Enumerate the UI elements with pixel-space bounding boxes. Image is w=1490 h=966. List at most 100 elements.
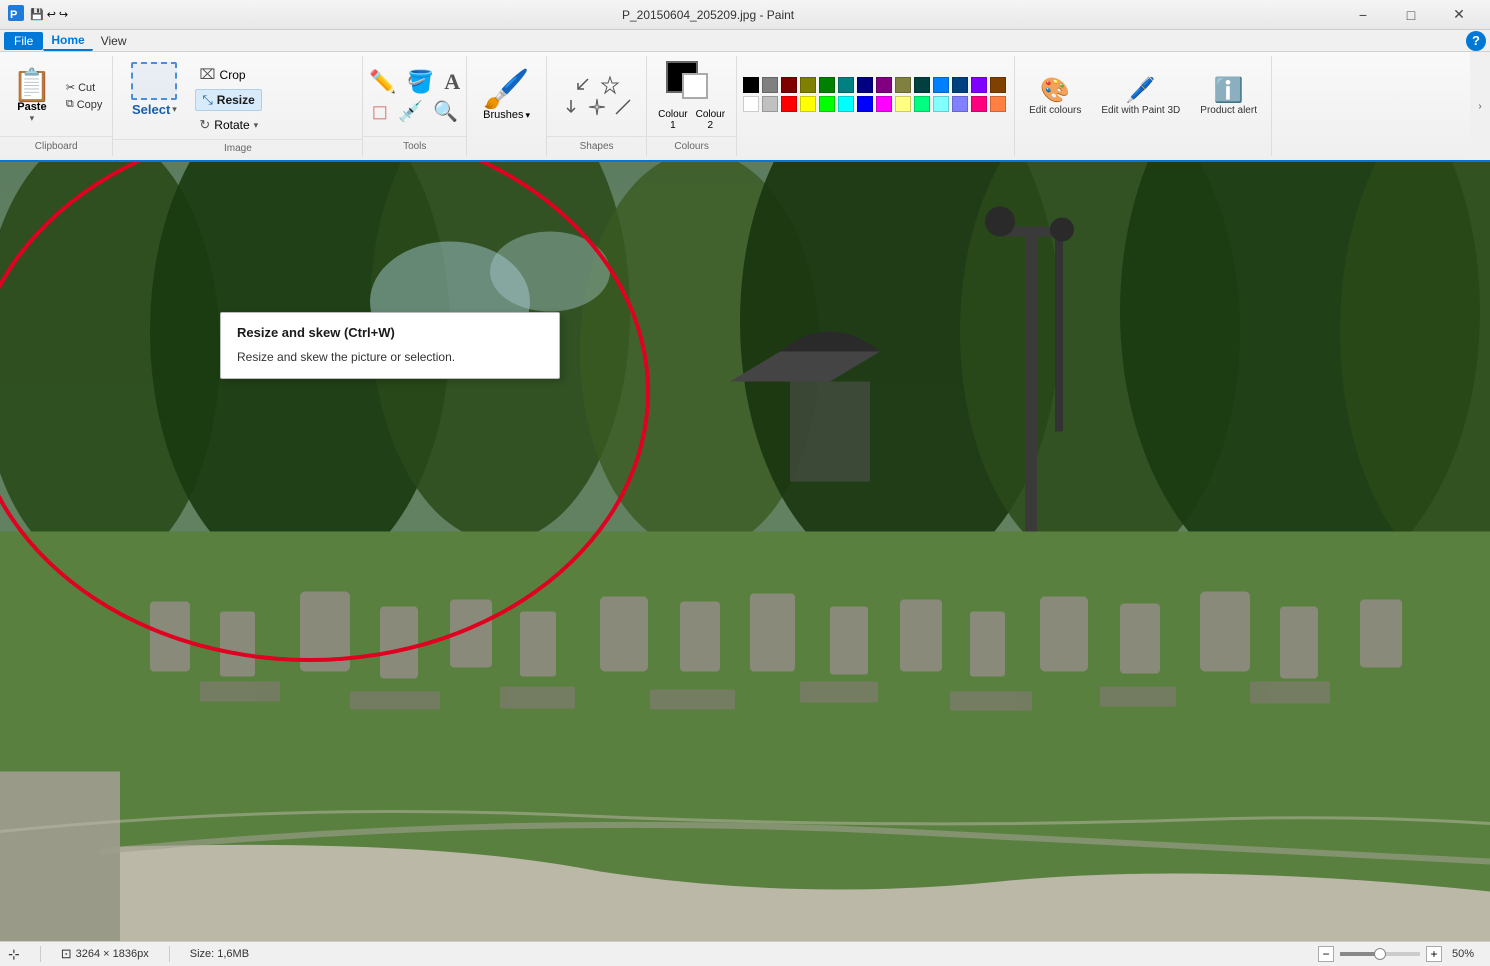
palette-swatch-25[interactable] bbox=[952, 96, 968, 112]
cursor-icon: ⊹ bbox=[8, 946, 20, 963]
zoom-slider[interactable] bbox=[1340, 952, 1420, 956]
help-button[interactable]: ? bbox=[1466, 31, 1486, 51]
zoom-level-label: 50% bbox=[1452, 948, 1482, 960]
tooltip-description: Resize and skew the picture or selection… bbox=[237, 348, 543, 366]
palette-swatch-27[interactable] bbox=[990, 96, 1006, 112]
palette-swatch-18[interactable] bbox=[819, 96, 835, 112]
minimize-button[interactable]: − bbox=[1340, 0, 1386, 30]
close-button[interactable]: ✕ bbox=[1436, 0, 1482, 30]
ribbon-scroll-right[interactable]: › bbox=[1470, 52, 1490, 160]
callout-shape[interactable] bbox=[613, 97, 633, 117]
arrow-down-left-shape[interactable] bbox=[574, 75, 594, 95]
quick-access-save[interactable]: 💾 bbox=[30, 8, 44, 21]
menu-bar: File Home View ? bbox=[0, 30, 1490, 52]
rotate-dropdown: ▾ bbox=[254, 120, 259, 131]
file-size-indicator: Size: 1,6MB bbox=[190, 948, 249, 960]
paste-dropdown-arrow: ▾ bbox=[30, 113, 35, 124]
magnifier-icon[interactable]: 🔍 bbox=[433, 99, 458, 124]
image-label: Image bbox=[113, 139, 362, 156]
status-separator-1 bbox=[40, 946, 41, 962]
quick-access-redo[interactable]: ↪ bbox=[59, 8, 68, 21]
palette-swatch-15[interactable] bbox=[762, 96, 778, 112]
resize-button[interactable]: ⤡ Resize bbox=[195, 89, 262, 111]
palette-swatch-22[interactable] bbox=[895, 96, 911, 112]
quick-access-undo[interactable]: ↩ bbox=[47, 8, 56, 21]
paste-button[interactable]: 📋 Paste ▾ bbox=[6, 65, 58, 128]
palette-swatch-11[interactable] bbox=[952, 77, 968, 93]
title-bar-title: P_20150604_205209.jpg - Paint bbox=[76, 8, 1340, 22]
palette-swatch-8[interactable] bbox=[895, 77, 911, 93]
zoom-in-button[interactable]: + bbox=[1426, 946, 1442, 962]
edit-section: 🎨 Edit colours 🖊️ Edit with Paint 3D ℹ️ … bbox=[1015, 56, 1272, 156]
palette-swatch-9[interactable] bbox=[914, 77, 930, 93]
rotate-icon: ↻ bbox=[199, 117, 210, 133]
paint3d-icon: 🖊️ bbox=[1126, 76, 1156, 105]
palette-swatch-0[interactable] bbox=[743, 77, 759, 93]
resize-tooltip: Resize and skew (Ctrl+W) Resize and skew… bbox=[220, 312, 560, 379]
title-bar: P 💾 ↩ ↪ P_20150604_205209.jpg - Paint − … bbox=[0, 0, 1490, 30]
product-alert-button[interactable]: ℹ️ Product alert bbox=[1192, 72, 1265, 121]
status-bar: ⊹ ⊡ 3264 × 1836px Size: 1,6MB − + 50% bbox=[0, 941, 1490, 966]
pencil-icon[interactable]: ✏️ bbox=[369, 69, 396, 95]
brushes-dropdown-button[interactable]: Brushes ▾ bbox=[483, 109, 530, 121]
cut-button[interactable]: ✂ Cut bbox=[62, 80, 107, 95]
copy-icon: ⧉ bbox=[66, 98, 74, 111]
palette-swatch-4[interactable] bbox=[819, 77, 835, 93]
colour2-label[interactable]: Colour 2 bbox=[696, 109, 725, 131]
resize-icon: ⤡ bbox=[202, 92, 212, 108]
palette-swatch-5[interactable] bbox=[838, 77, 854, 93]
palette-swatch-16[interactable] bbox=[781, 96, 797, 112]
colour2-swatch[interactable] bbox=[682, 73, 708, 99]
dimensions-indicator: ⊡ 3264 × 1836px bbox=[61, 946, 149, 962]
colour1-label[interactable]: Colour 1 bbox=[658, 109, 687, 131]
palette-swatch-6[interactable] bbox=[857, 77, 873, 93]
select-dropdown: ▾ bbox=[172, 104, 177, 115]
palette-swatch-26[interactable] bbox=[971, 96, 987, 112]
sparkle-shape[interactable] bbox=[587, 97, 607, 117]
palette-swatch-17[interactable] bbox=[800, 96, 816, 112]
palette-swatch-3[interactable] bbox=[800, 77, 816, 93]
palette-swatch-20[interactable] bbox=[857, 96, 873, 112]
zoom-out-button[interactable]: − bbox=[1318, 946, 1334, 962]
copy-button[interactable]: ⧉ Copy bbox=[62, 97, 107, 112]
maximize-button[interactable]: □ bbox=[1388, 0, 1434, 30]
menu-file[interactable]: File bbox=[4, 32, 43, 50]
edit-colours-button[interactable]: 🎨 Edit colours bbox=[1021, 72, 1089, 121]
palette-swatch-14[interactable] bbox=[743, 96, 759, 112]
status-separator-2 bbox=[169, 946, 170, 962]
palette-swatch-12[interactable] bbox=[971, 77, 987, 93]
select-rectangle-tool[interactable] bbox=[131, 62, 177, 100]
text-icon[interactable]: A bbox=[444, 69, 460, 95]
fill-icon[interactable]: 🪣 bbox=[407, 69, 434, 95]
brushes-label: Brushes bbox=[483, 109, 523, 121]
palette-swatch-1[interactable] bbox=[762, 77, 778, 93]
crop-button[interactable]: ⌧ Crop bbox=[195, 64, 262, 85]
paste-label: Paste bbox=[17, 101, 46, 113]
eraser-icon[interactable]: ◻ bbox=[372, 99, 389, 124]
arrow-down-shape[interactable] bbox=[561, 97, 581, 117]
select-button[interactable]: Select ▾ bbox=[132, 102, 177, 117]
edit-paint3d-button[interactable]: 🖊️ Edit with Paint 3D bbox=[1093, 72, 1188, 121]
palette-swatch-2[interactable] bbox=[781, 77, 797, 93]
crop-label: Crop bbox=[220, 68, 246, 82]
palette-swatch-24[interactable] bbox=[933, 96, 949, 112]
svg-text:P: P bbox=[10, 9, 17, 21]
colors-section: Colour 1 Colour 2 Colours bbox=[647, 56, 737, 156]
palette-swatch-13[interactable] bbox=[990, 77, 1006, 93]
ribbon: 📋 Paste ▾ ✂ Cut ⧉ Copy Clipboard bbox=[0, 52, 1490, 162]
canvas-image bbox=[0, 162, 1490, 941]
star-shape[interactable] bbox=[600, 75, 620, 95]
palette-swatch-19[interactable] bbox=[838, 96, 854, 112]
brushes-icon[interactable]: 🖌️ bbox=[483, 71, 530, 109]
palette-swatch-21[interactable] bbox=[876, 96, 892, 112]
color-palette bbox=[743, 77, 1008, 114]
palette-swatch-7[interactable] bbox=[876, 77, 892, 93]
rotate-button[interactable]: ↻ Rotate ▾ bbox=[195, 115, 262, 135]
palette-swatch-10[interactable] bbox=[933, 77, 949, 93]
palette-swatch-23[interactable] bbox=[914, 96, 930, 112]
menu-home[interactable]: Home bbox=[43, 31, 92, 51]
color-picker-icon[interactable]: 💉 bbox=[398, 99, 423, 124]
tools-label: Tools bbox=[363, 136, 466, 156]
menu-view[interactable]: View bbox=[93, 32, 135, 50]
zoom-slider-thumb[interactable] bbox=[1374, 948, 1386, 960]
